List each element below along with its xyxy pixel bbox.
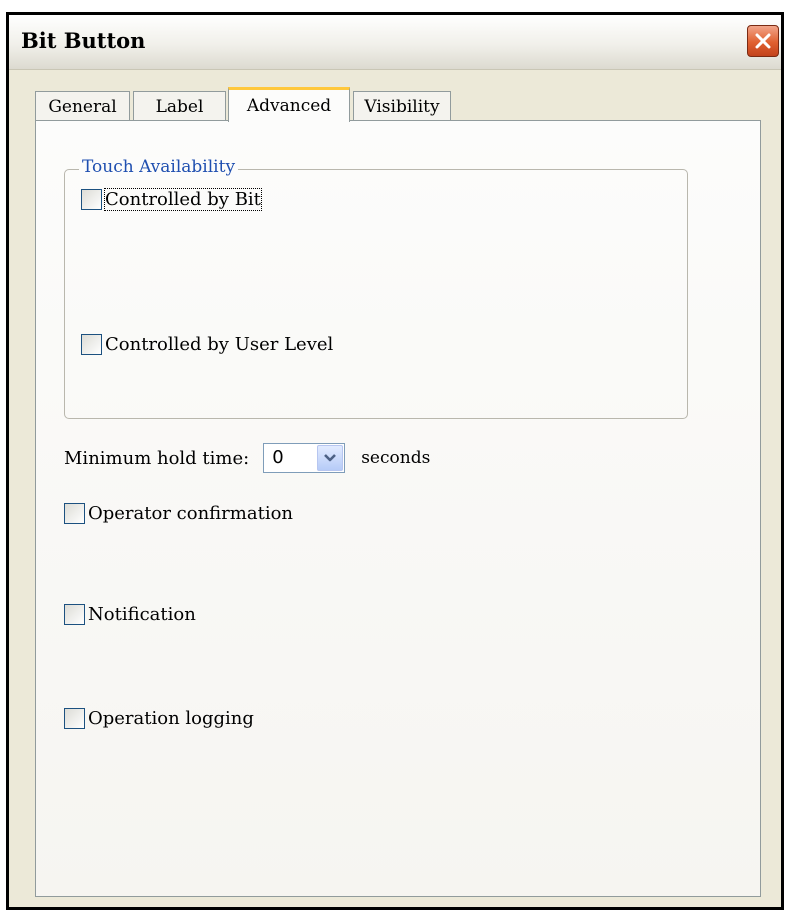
tab-advanced[interactable]: Advanced	[228, 87, 350, 122]
checkbox-box[interactable]	[81, 334, 102, 355]
controlled-by-bit-checkbox[interactable]: Controlled by Bit	[81, 188, 262, 211]
minimum-hold-label: Minimum hold time:	[64, 447, 250, 469]
operation-logging-label: Operation logging	[88, 708, 254, 729]
controlled-by-user-level-checkbox[interactable]: Controlled by User Level	[81, 334, 333, 355]
checkbox-box[interactable]	[64, 604, 85, 625]
controlled-by-user-level-label: Controlled by User Level	[105, 334, 334, 355]
advanced-panel: Touch Availability Controlled by Bit Con…	[35, 120, 761, 897]
minimum-hold-select[interactable]: 0	[263, 443, 346, 473]
tab-strip: General Label Advanced Visibility	[9, 69, 781, 122]
seconds-unit-label: seconds	[361, 448, 431, 468]
bit-button-dialog: Bit Button General Label Advanced Visibi…	[6, 12, 784, 910]
chevron-down-icon	[324, 454, 337, 462]
title-bar[interactable]: Bit Button	[9, 15, 781, 70]
checkbox-box[interactable]	[64, 708, 85, 729]
notification-checkbox[interactable]: Notification	[64, 604, 196, 625]
window-title: Bit Button	[21, 28, 146, 53]
operator-confirmation-label: Operator confirmation	[88, 503, 294, 524]
minimum-hold-value: 0	[272, 447, 284, 468]
checkbox-box[interactable]	[64, 503, 85, 524]
notification-label: Notification	[88, 604, 196, 625]
tab-general[interactable]: General	[35, 91, 130, 121]
checkbox-box[interactable]	[81, 189, 102, 210]
operator-confirmation-checkbox[interactable]: Operator confirmation	[64, 503, 293, 524]
close-button[interactable]	[747, 25, 779, 57]
tab-label[interactable]: Label	[133, 91, 226, 121]
minimum-hold-row: Minimum hold time: 0 seconds	[64, 443, 430, 473]
touch-availability-legend: Touch Availability	[79, 157, 239, 177]
operation-logging-checkbox[interactable]: Operation logging	[64, 708, 254, 729]
tab-visibility[interactable]: Visibility	[353, 91, 451, 121]
touch-availability-group: Touch Availability Controlled by Bit Con…	[64, 157, 688, 419]
controlled-by-bit-label: Controlled by Bit	[104, 188, 262, 211]
dropdown-button[interactable]	[317, 445, 344, 471]
close-x-icon	[755, 33, 771, 49]
